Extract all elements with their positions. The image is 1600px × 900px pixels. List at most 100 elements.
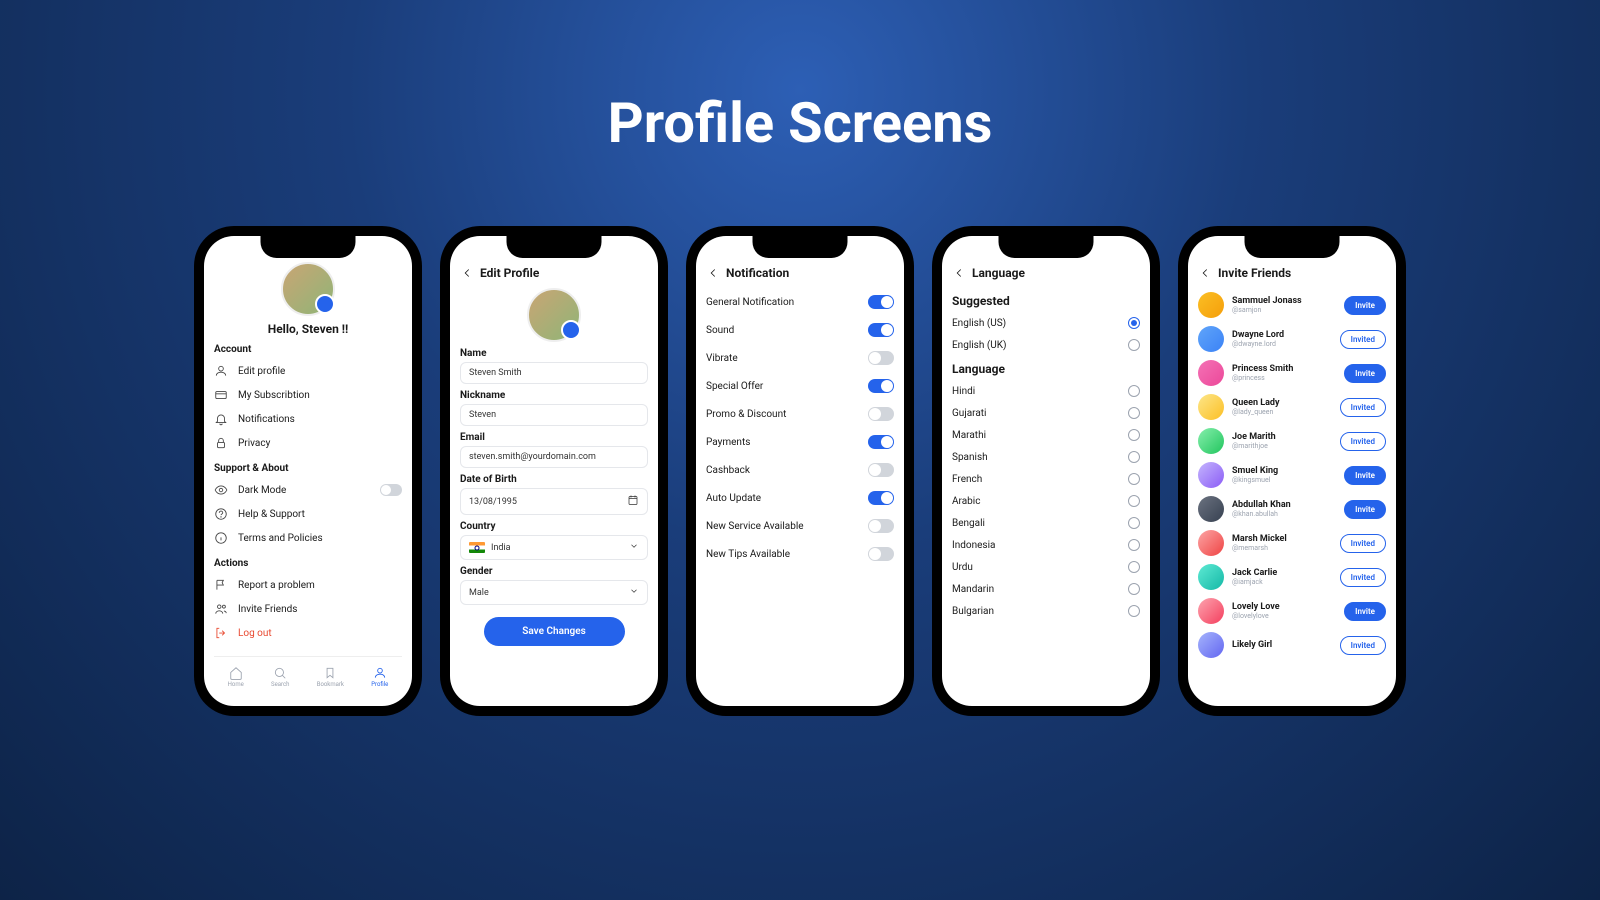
friend-handle: @memarsh — [1232, 544, 1332, 552]
menu-privacy[interactable]: Privacy — [214, 431, 402, 455]
dark-mode-toggle[interactable] — [380, 484, 402, 496]
lang-row[interactable]: Gujarati — [952, 402, 1140, 424]
invite-button[interactable]: Invited — [1340, 568, 1386, 587]
invite-button[interactable]: Invite — [1344, 296, 1386, 315]
invite-button[interactable]: Invited — [1340, 330, 1386, 349]
save-button[interactable]: Save Changes — [484, 617, 625, 646]
lang-row[interactable]: Bulgarian — [952, 600, 1140, 622]
input-dob[interactable]: 13/08/1995 — [460, 488, 648, 515]
lang-row[interactable]: French — [952, 468, 1140, 490]
nav-home[interactable]: Home — [228, 666, 244, 688]
invite-button[interactable]: Invited — [1340, 432, 1386, 451]
friend-handle: @khan.abullah — [1232, 510, 1336, 518]
field-value: Steven — [469, 410, 496, 420]
toggle-vibrate[interactable] — [868, 351, 894, 365]
lang-row[interactable]: Spanish — [952, 446, 1140, 468]
toggle-new-tips-available[interactable] — [868, 547, 894, 561]
back-icon[interactable] — [706, 266, 720, 280]
invite-button[interactable]: Invited — [1340, 534, 1386, 553]
notif-row: Vibrate — [706, 344, 894, 372]
radio[interactable] — [1128, 539, 1140, 551]
lang-row[interactable]: Indonesia — [952, 534, 1140, 556]
notif-row: Sound — [706, 316, 894, 344]
back-icon[interactable] — [460, 266, 474, 280]
radio[interactable] — [1128, 517, 1140, 529]
radio[interactable] — [1128, 583, 1140, 595]
chevron-down-icon — [629, 586, 639, 599]
lang-row[interactable]: English (US) — [952, 312, 1140, 334]
toggle-payments[interactable] — [868, 435, 894, 449]
toggle-general-notification[interactable] — [868, 295, 894, 309]
select-country[interactable]: India — [460, 535, 648, 560]
menu-dark-mode[interactable]: Dark Mode — [214, 478, 402, 502]
label-gender: Gender — [460, 566, 648, 577]
menu-notifications[interactable]: Notifications — [214, 407, 402, 431]
menu-help[interactable]: Help & Support — [214, 502, 402, 526]
toggle-promo-&-discount[interactable] — [868, 407, 894, 421]
menu-label: Notifications — [238, 414, 295, 425]
flag-india-icon — [469, 542, 485, 553]
notif-row: Auto Update — [706, 484, 894, 512]
invite-button[interactable]: Invite — [1344, 364, 1386, 383]
lang-row[interactable]: Hindi — [952, 380, 1140, 402]
friend-handle: @princess — [1232, 374, 1336, 382]
lang-row[interactable]: Marathi — [952, 424, 1140, 446]
lang-row[interactable]: Bengali — [952, 512, 1140, 534]
invite-button[interactable]: Invite — [1344, 602, 1386, 621]
menu-label: Terms and Policies — [238, 533, 323, 544]
invite-button[interactable]: Invite — [1344, 500, 1386, 519]
back-icon[interactable] — [952, 266, 966, 280]
friend-row: Lovely Love@lovelyloveInvite — [1198, 594, 1386, 628]
invite-button[interactable]: Invited — [1340, 636, 1386, 655]
toggle-sound[interactable] — [868, 323, 894, 337]
menu-terms[interactable]: Terms and Policies — [214, 526, 402, 550]
notch — [999, 236, 1094, 258]
radio[interactable] — [1128, 561, 1140, 573]
radio[interactable] — [1128, 317, 1140, 329]
lang-label: Marathi — [952, 430, 986, 441]
avatar[interactable] — [281, 262, 335, 316]
toggle-special-offer[interactable] — [868, 379, 894, 393]
notch — [753, 236, 848, 258]
toggle-auto-update[interactable] — [868, 491, 894, 505]
avatar[interactable] — [527, 288, 581, 342]
radio[interactable] — [1128, 429, 1140, 441]
invite-button[interactable]: Invite — [1344, 466, 1386, 485]
lang-row[interactable]: Mandarin — [952, 578, 1140, 600]
radio[interactable] — [1128, 339, 1140, 351]
input-name[interactable]: Steven Smith — [460, 362, 648, 384]
menu-logout[interactable]: Log out — [214, 621, 402, 645]
invite-button[interactable]: Invited — [1340, 398, 1386, 417]
input-email[interactable]: steven.smith@yourdomain.com — [460, 446, 648, 468]
menu-invite[interactable]: Invite Friends — [214, 597, 402, 621]
field-value: India — [491, 543, 511, 553]
notif-row: Promo & Discount — [706, 400, 894, 428]
friend-name: Lovely Love — [1232, 602, 1336, 612]
input-nickname[interactable]: Steven — [460, 404, 648, 426]
nav-profile[interactable]: Profile — [371, 666, 388, 688]
label-dob: Date of Birth — [460, 474, 648, 485]
radio[interactable] — [1128, 407, 1140, 419]
radio[interactable] — [1128, 385, 1140, 397]
lang-row[interactable]: Urdu — [952, 556, 1140, 578]
notif-label: Special Offer — [706, 381, 763, 392]
radio[interactable] — [1128, 473, 1140, 485]
radio[interactable] — [1128, 451, 1140, 463]
nav-bookmark[interactable]: Bookmark — [317, 666, 344, 688]
phone-invite: Invite Friends Sammuel Jonass@samjonInvi… — [1178, 226, 1406, 716]
menu-subscription[interactable]: My Subscribtion — [214, 383, 402, 407]
menu-report[interactable]: Report a problem — [214, 573, 402, 597]
phone-language: Language Suggested English (US)English (… — [932, 226, 1160, 716]
lang-row[interactable]: English (UK) — [952, 334, 1140, 356]
toggle-new-service-available[interactable] — [868, 519, 894, 533]
avatar — [1198, 428, 1224, 454]
menu-edit-profile[interactable]: Edit profile — [214, 359, 402, 383]
radio[interactable] — [1128, 495, 1140, 507]
toggle-cashback[interactable] — [868, 463, 894, 477]
nav-search[interactable]: Search — [271, 666, 289, 688]
section-support: Support & About — [214, 463, 402, 474]
lang-row[interactable]: Arabic — [952, 490, 1140, 512]
radio[interactable] — [1128, 605, 1140, 617]
select-gender[interactable]: Male — [460, 580, 648, 605]
back-icon[interactable] — [1198, 266, 1212, 280]
